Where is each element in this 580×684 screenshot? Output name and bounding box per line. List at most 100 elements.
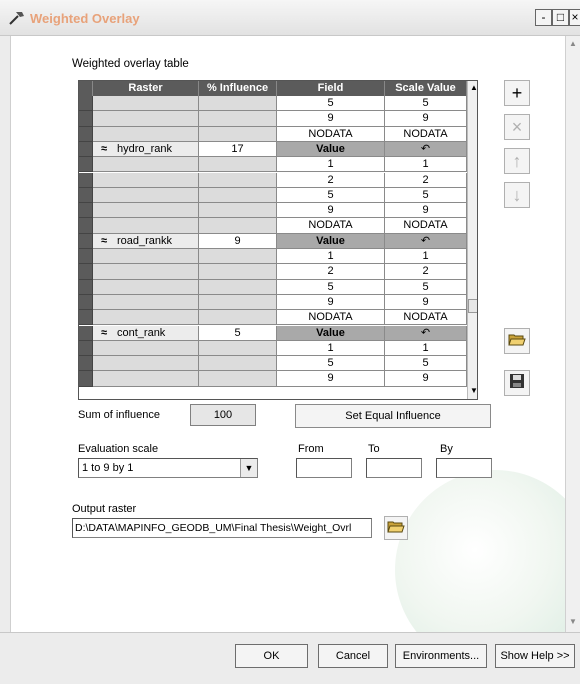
to-input[interactable]	[366, 458, 422, 478]
add-raster-button[interactable]: +	[504, 80, 530, 106]
scale-value-cell[interactable]: 5	[385, 187, 467, 204]
row-selector[interactable]	[79, 249, 93, 265]
move-down-button[interactable]: ↓	[504, 182, 530, 208]
row-selector[interactable]	[79, 172, 93, 188]
set-equal-influence-button[interactable]: Set Equal Influence	[295, 404, 491, 428]
row-selector[interactable]	[79, 187, 93, 204]
environments-button[interactable]: Environments...	[395, 644, 487, 668]
row-selector[interactable]	[79, 126, 93, 142]
chevron-down-icon[interactable]: ▼	[240, 459, 257, 477]
scale-row[interactable]: NODATA NODATA	[79, 310, 477, 326]
scale-row[interactable]: 55	[79, 279, 477, 295]
collapse-icon[interactable]: ≈	[101, 142, 117, 156]
maximize-button[interactable]: □	[552, 9, 569, 26]
raster-row[interactable]: ≈ hydro_rank 17 Value ↶	[79, 141, 477, 158]
scale-value-cell[interactable]: 5	[385, 96, 467, 112]
influence-cell[interactable]: 17	[199, 141, 277, 158]
cancel-button[interactable]: Cancel	[318, 644, 388, 668]
move-up-button[interactable]: ↑	[504, 148, 530, 174]
table-scroll-down[interactable]: ▼	[468, 385, 477, 397]
row-selector[interactable]	[79, 310, 93, 326]
scale-value-cell[interactable]: ↶	[385, 233, 467, 249]
scale-row[interactable]: 55	[79, 356, 477, 372]
close-button[interactable]: ×	[569, 9, 580, 26]
raster-row[interactable]: ≈ road_rankk 9 Value ↶	[79, 233, 477, 249]
row-selector[interactable]	[79, 340, 93, 357]
collapse-icon[interactable]: ≈	[101, 234, 117, 248]
scale-row[interactable]: 99	[79, 111, 477, 127]
scale-value-cell[interactable]: 9	[385, 371, 467, 387]
influence-cell[interactable]: 9	[199, 233, 277, 249]
scale-value-cell[interactable]: NODATA	[385, 126, 467, 142]
row-selector[interactable]	[79, 371, 93, 387]
scale-value-cell[interactable]: 2	[385, 172, 467, 188]
raster-cell	[93, 172, 199, 188]
scroll-down-arrow[interactable]: ▼	[567, 616, 579, 628]
scale-row[interactable]: NODATA NODATA	[79, 218, 477, 234]
row-selector[interactable]	[79, 233, 93, 249]
scale-value-cell[interactable]: 1	[385, 340, 467, 357]
save-button[interactable]	[504, 370, 530, 396]
scale-row[interactable]: 55	[79, 96, 477, 112]
show-help-button[interactable]: Show Help >>	[495, 644, 575, 668]
collapse-icon[interactable]: ≈	[101, 326, 117, 340]
ok-button[interactable]: OK	[235, 644, 308, 668]
row-selector[interactable]	[79, 141, 93, 158]
scale-row[interactable]: 99	[79, 371, 477, 387]
scale-value-cell[interactable]: NODATA	[385, 310, 467, 326]
scale-value-cell[interactable]: 5	[385, 356, 467, 372]
evaluation-scale-select[interactable]: 1 to 9 by 1 ▼	[78, 458, 258, 478]
scale-value-cell[interactable]: NODATA	[385, 218, 467, 234]
header-field[interactable]: Field	[277, 81, 385, 96]
scale-value-cell[interactable]: 9	[385, 111, 467, 127]
row-selector[interactable]	[79, 294, 93, 311]
scale-value-cell[interactable]: 9	[385, 203, 467, 219]
row-selector[interactable]	[79, 356, 93, 372]
scale-row[interactable]: 55	[79, 187, 477, 204]
scale-row[interactable]: 11	[79, 340, 477, 357]
scroll-up-arrow[interactable]: ▲	[567, 38, 579, 50]
header-scale-value[interactable]: Scale Value	[385, 81, 467, 96]
scale-value-cell[interactable]: ↶	[385, 141, 467, 158]
scale-row[interactable]: 99	[79, 294, 477, 311]
scale-row[interactable]: 99	[79, 203, 477, 219]
scale-row[interactable]: 22	[79, 264, 477, 280]
scale-value-cell[interactable]: 2	[385, 264, 467, 280]
table-scrollbar[interactable]: ▲ ▼	[467, 81, 477, 399]
row-selector[interactable]	[79, 325, 93, 341]
scale-value-cell[interactable]: 1	[385, 249, 467, 265]
row-selector[interactable]	[79, 96, 93, 112]
raster-row[interactable]: ≈ cont_rank 5 Value ↶	[79, 325, 477, 341]
scale-value-cell[interactable]: 1	[385, 157, 467, 173]
dialog-scrollbar[interactable]: ▲ ▼	[565, 36, 580, 632]
scale-value-cell[interactable]: 5	[385, 279, 467, 295]
by-input[interactable]	[436, 458, 492, 478]
scale-row[interactable]: 11	[79, 249, 477, 265]
row-selector[interactable]	[79, 111, 93, 127]
scale-row[interactable]: NODATA NODATA	[79, 126, 477, 142]
field-cell: NODATA	[277, 126, 385, 142]
influence-cell[interactable]: 5	[199, 325, 277, 341]
table-scroll-thumb[interactable]	[468, 299, 477, 313]
open-folder-button[interactable]	[504, 328, 530, 354]
weighted-overlay-table[interactable]: Raster % Influence Field Scale Value 559…	[78, 80, 478, 400]
row-selector[interactable]	[79, 203, 93, 219]
influence-cell	[199, 356, 277, 372]
minimize-button[interactable]: -	[535, 9, 552, 26]
remove-raster-button[interactable]: ×	[504, 114, 530, 140]
output-raster-input[interactable]: D:\DATA\MAPINFO_GEODB_UM\Final Thesis\We…	[72, 518, 372, 538]
row-selector[interactable]	[79, 218, 93, 234]
scale-row[interactable]: 11	[79, 157, 477, 173]
scale-value-cell[interactable]: ↶	[385, 325, 467, 341]
row-selector[interactable]	[79, 264, 93, 280]
row-selector[interactable]	[79, 279, 93, 295]
scale-row[interactable]: 22	[79, 172, 477, 188]
header-influence[interactable]: % Influence	[199, 81, 277, 96]
row-selector[interactable]	[79, 157, 93, 173]
raster-cell	[93, 203, 199, 219]
table-scroll-up[interactable]: ▲	[468, 82, 477, 94]
header-raster[interactable]: Raster	[93, 81, 199, 96]
from-input[interactable]	[296, 458, 352, 478]
browse-output-button[interactable]	[384, 516, 408, 540]
scale-value-cell[interactable]: 9	[385, 294, 467, 311]
